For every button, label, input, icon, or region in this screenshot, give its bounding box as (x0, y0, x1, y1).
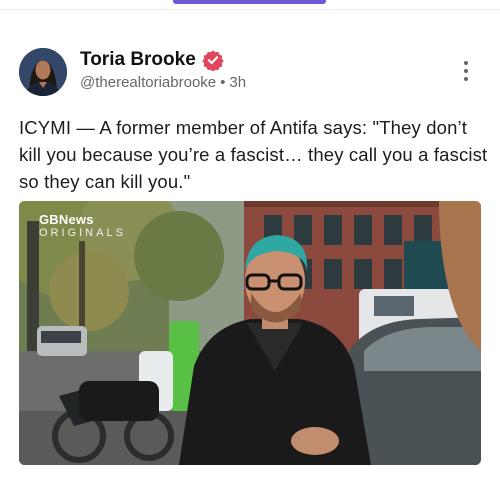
post-video[interactable]: GBNews ORIGINALS (19, 201, 481, 465)
video-logo-brand: GBNews (39, 212, 94, 227)
post-card: Toria Brooke @therealtoriabrooke • 3h ICYM… (0, 0, 500, 480)
post-text: ICYMI — A former member of Antifa says: … (19, 117, 488, 192)
author-name-text[interactable]: Toria Brooke (80, 49, 196, 71)
video-logo-sub: ORIGINALS (39, 227, 126, 239)
more-options-button[interactable] (459, 59, 473, 83)
video-frame (19, 201, 481, 465)
verified-badge-icon (202, 49, 224, 72)
meta-separator: • (220, 74, 226, 91)
avatar[interactable] (19, 48, 67, 96)
post-timestamp[interactable]: 3h (229, 74, 246, 91)
more-vertical-icon (464, 61, 468, 65)
author-name[interactable]: Toria Brooke (80, 49, 224, 72)
avatar-image (19, 48, 67, 96)
post-meta: @therealtoriabrooke • 3h (80, 74, 246, 91)
video-channel-logo: GBNews ORIGINALS (39, 213, 126, 239)
author-handle[interactable]: @therealtoriabrooke (80, 74, 216, 91)
